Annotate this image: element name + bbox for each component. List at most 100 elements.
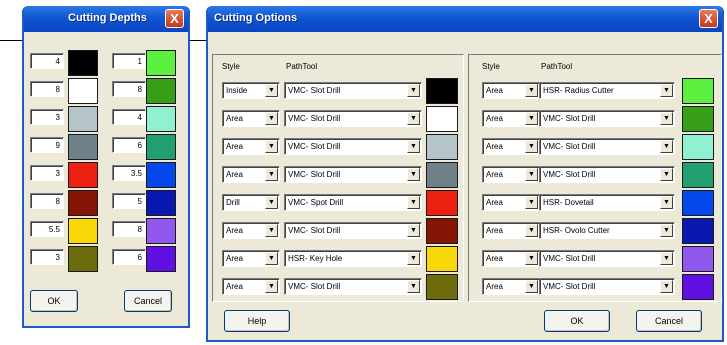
color-swatch[interactable]	[682, 134, 714, 160]
chevron-down-icon[interactable]: ▼	[660, 112, 673, 125]
color-swatch[interactable]	[426, 274, 458, 300]
chevron-down-icon[interactable]: ▼	[265, 280, 278, 293]
color-swatch[interactable]	[426, 78, 458, 104]
chevron-down-icon[interactable]: ▼	[525, 224, 538, 237]
chevron-down-icon[interactable]: ▼	[265, 168, 278, 181]
pathtool-dropdown[interactable]: VMC- Slot Drill ▼	[539, 166, 675, 183]
color-swatch[interactable]	[68, 190, 98, 216]
style-dropdown[interactable]: Area ▼	[222, 166, 280, 183]
chevron-down-icon[interactable]: ▼	[407, 280, 420, 293]
depth-input[interactable]: 3.5	[112, 165, 146, 181]
color-swatch[interactable]	[682, 162, 714, 188]
close-button[interactable]: X	[165, 9, 184, 28]
depth-input[interactable]: 8	[30, 193, 64, 209]
style-dropdown[interactable]: Area ▼	[482, 166, 540, 183]
style-dropdown[interactable]: Area ▼	[482, 250, 540, 267]
depth-input[interactable]: 3	[30, 249, 64, 265]
depth-input[interactable]: 6	[112, 137, 146, 153]
depth-input[interactable]: 8	[30, 81, 64, 97]
chevron-down-icon[interactable]: ▼	[660, 168, 673, 181]
pathtool-dropdown[interactable]: VMC- Slot Drill ▼	[539, 278, 675, 295]
pathtool-dropdown[interactable]: VMC- Slot Drill ▼	[539, 250, 675, 267]
chevron-down-icon[interactable]: ▼	[660, 252, 673, 265]
style-dropdown[interactable]: Inside ▼	[222, 82, 280, 99]
style-dropdown[interactable]: Area ▼	[482, 82, 540, 99]
style-dropdown[interactable]: Area ▼	[222, 138, 280, 155]
color-swatch[interactable]	[68, 78, 98, 104]
cancel-button[interactable]: Cancel	[636, 310, 702, 332]
ok-button[interactable]: OK	[30, 290, 78, 312]
color-swatch[interactable]	[426, 134, 458, 160]
color-swatch[interactable]	[146, 50, 176, 76]
chevron-down-icon[interactable]: ▼	[660, 280, 673, 293]
pathtool-dropdown[interactable]: VMC- Slot Drill ▼	[284, 82, 422, 99]
chevron-down-icon[interactable]: ▼	[525, 252, 538, 265]
style-dropdown[interactable]: Area ▼	[222, 222, 280, 239]
pathtool-dropdown[interactable]: VMC- Slot Drill ▼	[284, 110, 422, 127]
color-swatch[interactable]	[68, 246, 98, 272]
chevron-down-icon[interactable]: ▼	[525, 140, 538, 153]
color-swatch[interactable]	[68, 218, 98, 244]
color-swatch[interactable]	[682, 106, 714, 132]
depth-input[interactable]: 8	[112, 221, 146, 237]
color-swatch[interactable]	[68, 134, 98, 160]
close-button[interactable]: X	[699, 9, 718, 28]
color-swatch[interactable]	[146, 190, 176, 216]
pathtool-dropdown[interactable]: VMC- Slot Drill ▼	[284, 278, 422, 295]
chevron-down-icon[interactable]: ▼	[407, 196, 420, 209]
color-swatch[interactable]	[426, 190, 458, 216]
color-swatch[interactable]	[682, 218, 714, 244]
color-swatch[interactable]	[146, 246, 176, 272]
pathtool-dropdown[interactable]: VMC- Slot Drill ▼	[284, 138, 422, 155]
chevron-down-icon[interactable]: ▼	[407, 112, 420, 125]
chevron-down-icon[interactable]: ▼	[660, 84, 673, 97]
style-dropdown[interactable]: Area ▼	[222, 278, 280, 295]
pathtool-dropdown[interactable]: VMC- Slot Drill ▼	[284, 166, 422, 183]
chevron-down-icon[interactable]: ▼	[407, 168, 420, 181]
style-dropdown[interactable]: Area ▼	[482, 110, 540, 127]
pathtool-dropdown[interactable]: VMC- Slot Drill ▼	[284, 222, 422, 239]
depth-input[interactable]: 4	[30, 53, 64, 69]
depth-input[interactable]: 3	[30, 165, 64, 181]
pathtool-dropdown[interactable]: HSR- Radius Cutter ▼	[539, 82, 675, 99]
depth-input[interactable]: 8	[112, 81, 146, 97]
depth-input[interactable]: 3	[30, 109, 64, 125]
help-button[interactable]: Help	[224, 310, 290, 332]
style-dropdown[interactable]: Area ▼	[482, 278, 540, 295]
chevron-down-icon[interactable]: ▼	[265, 140, 278, 153]
color-swatch[interactable]	[682, 190, 714, 216]
chevron-down-icon[interactable]: ▼	[660, 140, 673, 153]
chevron-down-icon[interactable]: ▼	[265, 196, 278, 209]
title-bar[interactable]: Cutting Options X	[208, 6, 722, 32]
pathtool-dropdown[interactable]: VMC- Slot Drill ▼	[539, 138, 675, 155]
depth-input[interactable]: 5	[112, 193, 146, 209]
chevron-down-icon[interactable]: ▼	[265, 84, 278, 97]
pathtool-dropdown[interactable]: HSR- Ovolo Cutter ▼	[539, 222, 675, 239]
color-swatch[interactable]	[426, 218, 458, 244]
cancel-button[interactable]: Cancel	[124, 290, 172, 312]
chevron-down-icon[interactable]: ▼	[525, 84, 538, 97]
style-dropdown[interactable]: Area ▼	[482, 138, 540, 155]
color-swatch[interactable]	[146, 218, 176, 244]
color-swatch[interactable]	[426, 246, 458, 272]
pathtool-dropdown[interactable]: VMC- Spot Drill ▼	[284, 194, 422, 211]
depth-input[interactable]: 5.5	[30, 221, 64, 237]
depth-input[interactable]: 4	[112, 109, 146, 125]
chevron-down-icon[interactable]: ▼	[407, 140, 420, 153]
chevron-down-icon[interactable]: ▼	[525, 280, 538, 293]
color-swatch[interactable]	[146, 134, 176, 160]
pathtool-dropdown[interactable]: HSR- Key Hole ▼	[284, 250, 422, 267]
color-swatch[interactable]	[146, 78, 176, 104]
chevron-down-icon[interactable]: ▼	[525, 112, 538, 125]
color-swatch[interactable]	[146, 106, 176, 132]
chevron-down-icon[interactable]: ▼	[660, 224, 673, 237]
pathtool-dropdown[interactable]: VMC- Slot Drill ▼	[539, 110, 675, 127]
chevron-down-icon[interactable]: ▼	[407, 84, 420, 97]
color-swatch[interactable]	[426, 106, 458, 132]
color-swatch[interactable]	[68, 162, 98, 188]
style-dropdown[interactable]: Area ▼	[482, 194, 540, 211]
chevron-down-icon[interactable]: ▼	[407, 252, 420, 265]
ok-button[interactable]: OK	[544, 310, 610, 332]
style-dropdown[interactable]: Area ▼	[222, 110, 280, 127]
chevron-down-icon[interactable]: ▼	[265, 224, 278, 237]
